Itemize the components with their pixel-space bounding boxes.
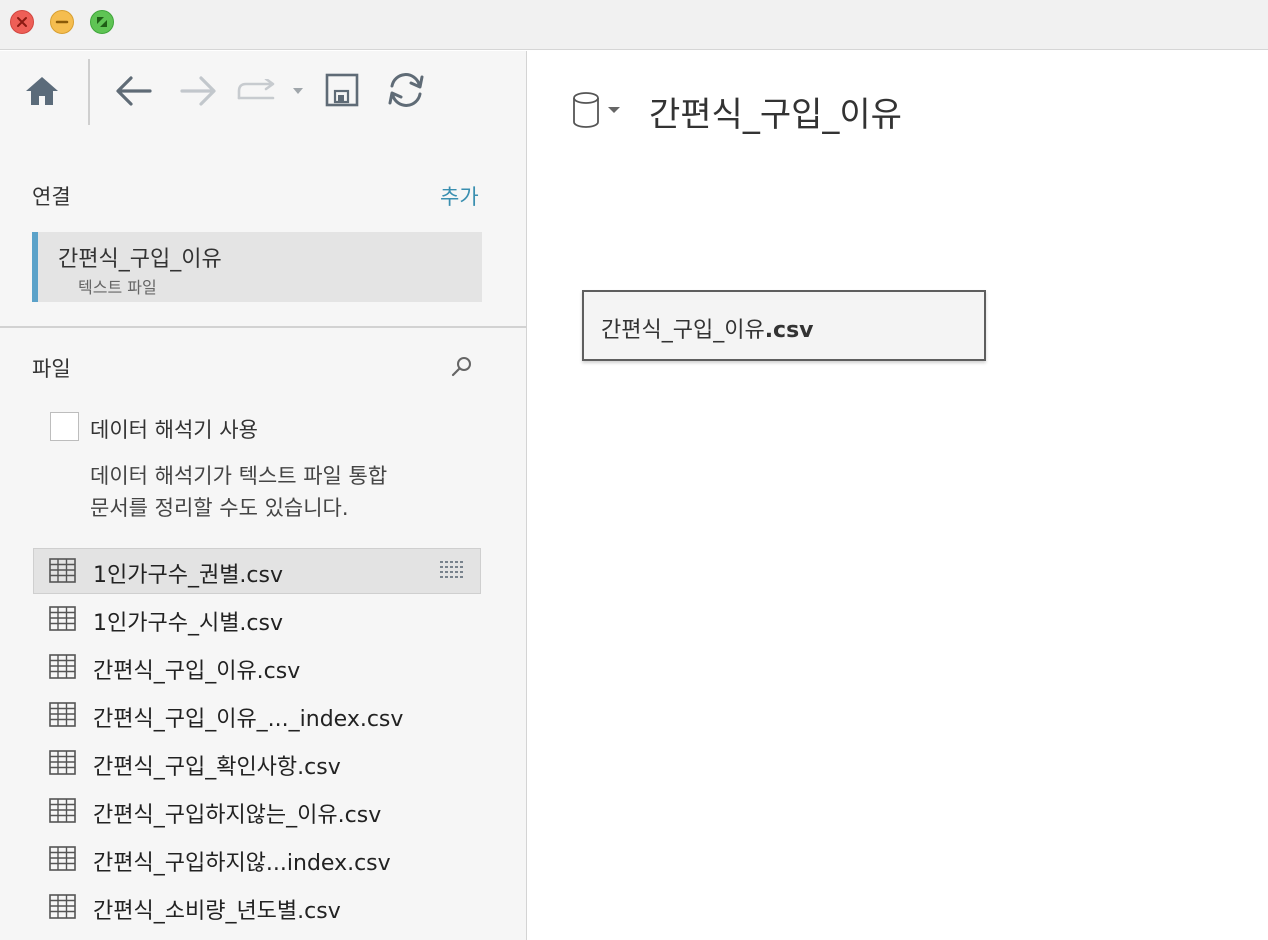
files-header: 파일: [32, 357, 71, 381]
table-icon: [49, 750, 76, 775]
data-interpreter-checkbox[interactable]: [50, 412, 79, 441]
datasource-icon[interactable]: [572, 91, 624, 131]
file-row[interactable]: 간편식_구입_이유_..._index.csv: [33, 692, 481, 740]
connections-header: 연결: [32, 185, 71, 209]
datasource-title[interactable]: 간편식_구입_이유: [649, 87, 902, 136]
close-icon: [17, 17, 27, 27]
refresh-icon[interactable]: [386, 71, 426, 109]
file-name: 간편식_구입하지않...index.csv: [93, 851, 391, 876]
back-icon[interactable]: [114, 73, 154, 109]
file-name: 1인가구수_권별.csv: [93, 563, 284, 588]
data-interpreter-desc-line1: 데이터 해석기가 텍스트 파일 통합: [90, 464, 388, 488]
file-list: 1인가구수_권별.csv 1인가구수_시별.csv 간편식_구입_이유.csv: [33, 548, 481, 932]
forward-icon[interactable]: [178, 73, 218, 109]
save-icon[interactable]: [325, 73, 359, 107]
file-name: 간편식_구입_이유.csv: [93, 659, 301, 684]
home-icon[interactable]: [24, 75, 60, 107]
file-name: 간편식_구입하지않는_이유.csv: [93, 803, 382, 828]
redo-icon[interactable]: [236, 79, 282, 103]
minimize-window-button[interactable]: [50, 10, 74, 34]
file-row[interactable]: 간편식_소비량_년도별.csv: [33, 884, 481, 932]
file-name: 간편식_소비량_년도별.csv: [93, 899, 341, 924]
connection-item[interactable]: 간편식_구입_이유 텍스트 파일: [32, 232, 482, 302]
minimize-icon: [55, 20, 69, 24]
file-row[interactable]: 간편식_구입하지않...index.csv: [33, 836, 481, 884]
section-divider: [0, 326, 527, 328]
table-icon: [49, 558, 76, 583]
data-interpreter-label: 데이터 해석기 사용: [90, 418, 258, 442]
table-icon: [49, 654, 76, 679]
file-name: 간편식_구입_이유_..._index.csv: [93, 707, 404, 732]
file-name: 간편식_구입_확인사항.csv: [93, 755, 341, 780]
file-row[interactable]: 1인가구수_권별.csv: [33, 548, 481, 594]
close-window-button[interactable]: [10, 10, 34, 34]
table-card-basename: 간편식_구입_이유: [601, 318, 765, 343]
table-card-extension: .csv: [764, 318, 814, 343]
table-icon: [49, 702, 76, 727]
title-bar: [0, 0, 1268, 50]
data-interpreter-description: 데이터 해석기가 텍스트 파일 통합 문서를 정리할 수도 있습니다.: [90, 460, 490, 524]
search-icon[interactable]: [450, 355, 474, 379]
file-row[interactable]: 간편식_구입_이유.csv: [33, 644, 481, 692]
file-row[interactable]: 1인가구수_시별.csv: [33, 596, 481, 644]
connection-type: 텍스트 파일: [78, 278, 157, 297]
table-icon: [49, 846, 76, 871]
connection-name: 간편식_구입_이유: [58, 247, 222, 272]
file-row[interactable]: 간편식_구입하지않는_이유.csv: [33, 788, 481, 836]
main-canvas: 간편식_구입_이유 간편식_구입_이유.csv: [528, 51, 1268, 940]
file-row[interactable]: 간편식_구입_확인사항.csv: [33, 740, 481, 788]
data-interpreter-desc-line2: 문서를 정리할 수도 있습니다.: [90, 496, 349, 520]
table-icon: [49, 798, 76, 823]
toolbar-separator: [88, 59, 90, 125]
redo-dropdown-icon[interactable]: [291, 86, 305, 96]
maximize-window-button[interactable]: [90, 10, 114, 34]
sidebar: 연결 추가 간편식_구입_이유 텍스트 파일 파일 데이터 해석기 사용 데이터…: [0, 51, 527, 940]
file-name: 1인가구수_시별.csv: [93, 611, 284, 636]
table-card[interactable]: 간편식_구입_이유.csv: [582, 290, 986, 361]
maximize-icon: [97, 17, 107, 27]
table-card-label: 간편식_구입_이유.csv: [601, 312, 814, 344]
table-icon: [49, 606, 76, 631]
view-data-icon[interactable]: [439, 560, 465, 580]
table-icon: [49, 894, 76, 919]
add-connection-link[interactable]: 추가: [440, 181, 479, 211]
